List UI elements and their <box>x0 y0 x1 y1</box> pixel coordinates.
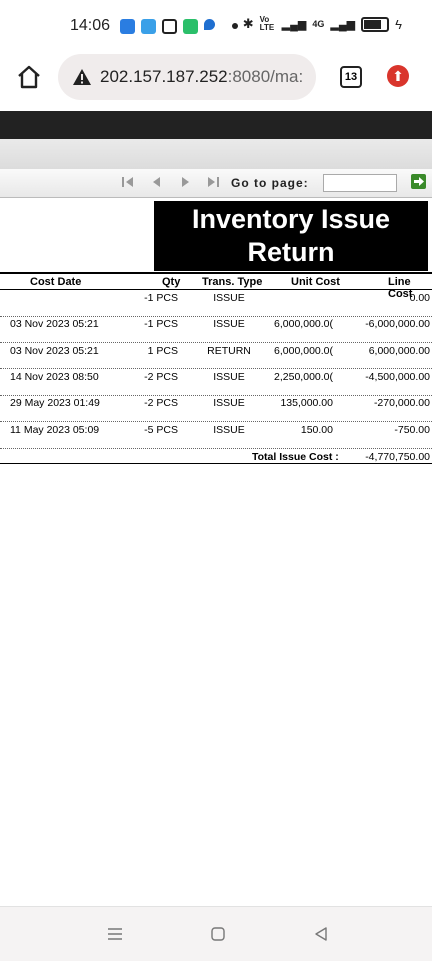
go-arrow-icon[interactable] <box>411 174 426 189</box>
app-notification-icon <box>120 19 135 34</box>
trans-type-cell: ISSUE <box>213 318 245 330</box>
trans-type-cell: ISSUE <box>213 397 245 409</box>
row-divider <box>0 395 432 396</box>
cost-date-cell: 03 Nov 2023 05:21 <box>10 345 99 357</box>
prev-page-icon[interactable] <box>150 175 164 189</box>
system-nav-bar <box>0 906 432 961</box>
unit-cost-cell: 135,000.00 <box>280 397 333 409</box>
address-bar[interactable]: 202.157.187.252:8080/ma: <box>58 54 316 100</box>
row-divider <box>0 342 432 343</box>
signal-icon: ▂▄▆ <box>281 18 307 31</box>
status-bar: 14:06 ✱ Vo LTE ▂▄▆ 4G ▂▄▆ ϟ <box>0 0 432 54</box>
tab-switcher-button[interactable]: 13 <box>340 66 362 88</box>
clock: 14:06 <box>70 17 111 34</box>
trans-type-cell: RETURN <box>207 345 251 357</box>
report-title-line2: Return <box>247 237 335 267</box>
column-header: Trans. Type <box>202 276 263 288</box>
header-bottom-rule <box>0 289 432 290</box>
total-issue-cost-value: -4,770,750.00 <box>365 451 430 463</box>
report-title-line1: Inventory Issue <box>191 204 391 234</box>
trans-type-cell: ISSUE <box>213 292 245 304</box>
unit-cost-cell: 6,000,000.0( <box>274 318 333 330</box>
page-header-bar <box>0 111 432 139</box>
line-cost-cell: 0.00 <box>409 292 430 304</box>
url-text[interactable]: 202.157.187.252:8080/ma: <box>100 67 306 87</box>
row-divider <box>0 368 432 369</box>
line-cost-cell: -6,000,000.00 <box>365 318 430 330</box>
total-rule <box>0 463 432 464</box>
warning-icon[interactable] <box>72 67 92 87</box>
go-to-page-label: Go to page: <box>231 176 309 190</box>
qty-cell: -2 PCS <box>144 397 178 409</box>
row-divider <box>0 448 432 449</box>
star-app-icon <box>141 19 156 34</box>
first-page-icon[interactable] <box>121 175 135 189</box>
signal-2-icon: ▂▄▆ <box>330 18 356 31</box>
cost-date-cell: 03 Nov 2023 05:21 <box>10 318 99 330</box>
report-title: Inventory Issue Return <box>154 201 428 271</box>
chat-app-icon <box>183 19 198 34</box>
qty-cell: 1 PCS <box>147 345 178 357</box>
bluetooth-icon: ✱ <box>242 16 254 31</box>
home-nav-icon[interactable] <box>210 926 226 942</box>
line-cost-cell: 6,000,000.00 <box>368 345 430 357</box>
update-icon[interactable]: ⬆ <box>387 65 409 87</box>
trans-type-cell: ISSUE <box>213 424 245 436</box>
cost-date-cell: 29 May 2023 01:49 <box>10 397 100 409</box>
row-divider <box>0 316 432 317</box>
volte-icon: Vo LTE <box>259 15 275 32</box>
total-issue-cost-label: Total Issue Cost : <box>252 451 339 463</box>
cost-date-cell: 11 May 2023 05:09 <box>10 424 100 436</box>
qty-cell: -1 PCS <box>144 318 178 330</box>
url-host: 202.157.187.252 <box>100 67 228 86</box>
qty-cell: -5 PCS <box>144 424 178 436</box>
row-divider <box>0 421 432 422</box>
dot-icon <box>232 23 238 29</box>
report-pager: Go to page: <box>0 169 432 198</box>
instagram-icon <box>162 19 177 34</box>
column-header: Qty <box>162 276 181 288</box>
url-path: :8080/ma: <box>227 67 304 86</box>
line-cost-cell: -750.00 <box>394 424 430 436</box>
header-rule <box>0 272 432 274</box>
charging-icon: ϟ <box>395 16 402 32</box>
unit-cost-cell: 150.00 <box>300 424 333 436</box>
battery-icon <box>361 16 390 32</box>
unit-cost-cell: 6,000,000.0( <box>274 345 333 357</box>
line-cost-cell: -4,500,000.00 <box>365 371 430 383</box>
browser-toolbar: 202.157.187.252:8080/ma: 13 ⬆ <box>0 54 432 110</box>
trans-type-cell: ISSUE <box>213 371 245 383</box>
column-header: Cost Date <box>30 276 82 288</box>
back-icon[interactable] <box>313 926 329 942</box>
home-icon[interactable] <box>14 62 44 92</box>
column-header: Unit Cost <box>291 276 340 288</box>
unit-cost-cell: 2,250,000.0( <box>274 371 333 383</box>
location-icon <box>204 19 215 30</box>
qty-cell: -1 PCS <box>144 292 178 304</box>
page-subheader-bar <box>0 139 432 169</box>
page-number-input[interactable] <box>323 174 397 192</box>
qty-cell: -2 PCS <box>144 371 178 383</box>
network-type-icon: 4G <box>312 19 325 29</box>
menu-icon[interactable] <box>107 926 123 942</box>
line-cost-cell: -270,000.00 <box>373 397 430 409</box>
cost-date-cell: 14 Nov 2023 08:50 <box>10 371 99 383</box>
last-page-icon[interactable] <box>206 175 220 189</box>
next-page-icon[interactable] <box>178 175 192 189</box>
